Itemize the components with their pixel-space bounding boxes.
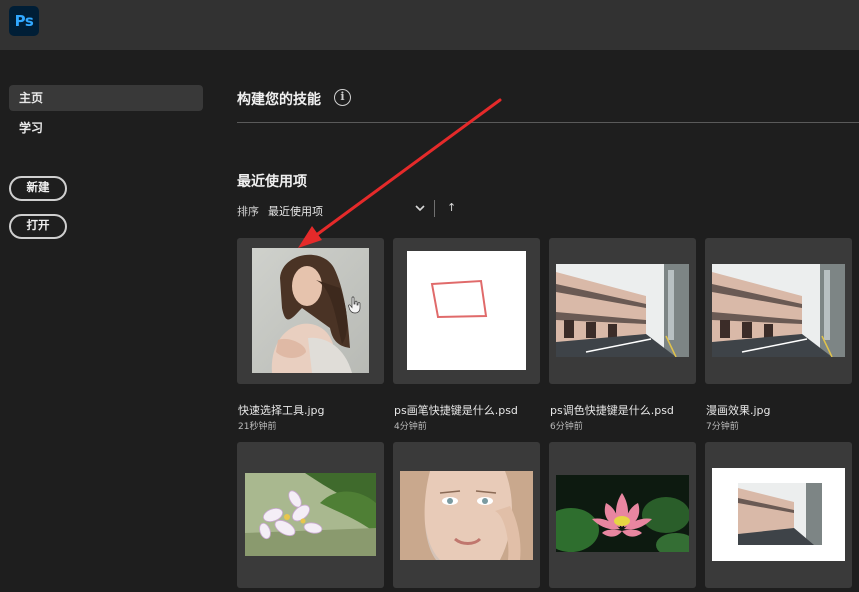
sidebar-item-home[interactable]: 主页 bbox=[9, 85, 203, 111]
skills-section-title: 构建您的技能 bbox=[237, 92, 321, 108]
hand-cursor-icon bbox=[348, 296, 361, 314]
app-title-bar: Ps bbox=[0, 0, 859, 50]
sort-direction-icon[interactable]: ↑ bbox=[447, 201, 456, 214]
info-icon[interactable]: i bbox=[334, 89, 351, 106]
sort-label: 排序 bbox=[237, 205, 259, 218]
file-thumbnail bbox=[556, 264, 689, 357]
file-modified-time: 4分钟前 bbox=[394, 422, 427, 432]
file-card[interactable] bbox=[393, 442, 540, 588]
file-card[interactable] bbox=[705, 238, 852, 384]
file-card[interactable] bbox=[237, 442, 384, 588]
recent-section-title: 最近使用项 bbox=[237, 174, 307, 190]
new-button[interactable]: 新建 bbox=[9, 176, 67, 201]
file-modified-time: 21秒钟前 bbox=[238, 422, 277, 432]
file-card[interactable] bbox=[549, 442, 696, 588]
file-card[interactable] bbox=[549, 238, 696, 384]
file-card[interactable] bbox=[237, 238, 384, 384]
file-name[interactable]: ps画笔快捷键是什么.psd bbox=[394, 402, 518, 418]
file-thumbnail bbox=[712, 468, 845, 561]
file-name[interactable]: 漫画效果.jpg bbox=[706, 402, 771, 418]
file-modified-time: 7分钟前 bbox=[706, 422, 739, 432]
file-thumbnail bbox=[407, 251, 526, 370]
file-card[interactable] bbox=[705, 442, 852, 588]
file-thumbnail bbox=[712, 264, 845, 357]
sidebar-item-learn[interactable]: 学习 bbox=[9, 115, 203, 141]
sort-dropdown[interactable]: 最近使用项 bbox=[268, 203, 323, 219]
section-divider bbox=[237, 122, 859, 123]
file-name[interactable]: 快速选择工具.jpg bbox=[238, 402, 325, 418]
file-thumbnail bbox=[556, 475, 689, 552]
open-button[interactable]: 打开 bbox=[9, 214, 67, 239]
sidebar: 主页 学习 新建 打开 bbox=[0, 50, 215, 592]
file-name[interactable]: ps调色快捷键是什么.psd bbox=[550, 402, 674, 418]
file-thumbnail bbox=[245, 473, 376, 556]
sort-divider bbox=[434, 200, 435, 217]
file-modified-time: 6分钟前 bbox=[550, 422, 583, 432]
photoshop-logo[interactable]: Ps bbox=[9, 6, 39, 36]
file-card[interactable] bbox=[393, 238, 540, 384]
chevron-down-icon[interactable] bbox=[413, 201, 427, 215]
file-thumbnail bbox=[400, 471, 533, 560]
